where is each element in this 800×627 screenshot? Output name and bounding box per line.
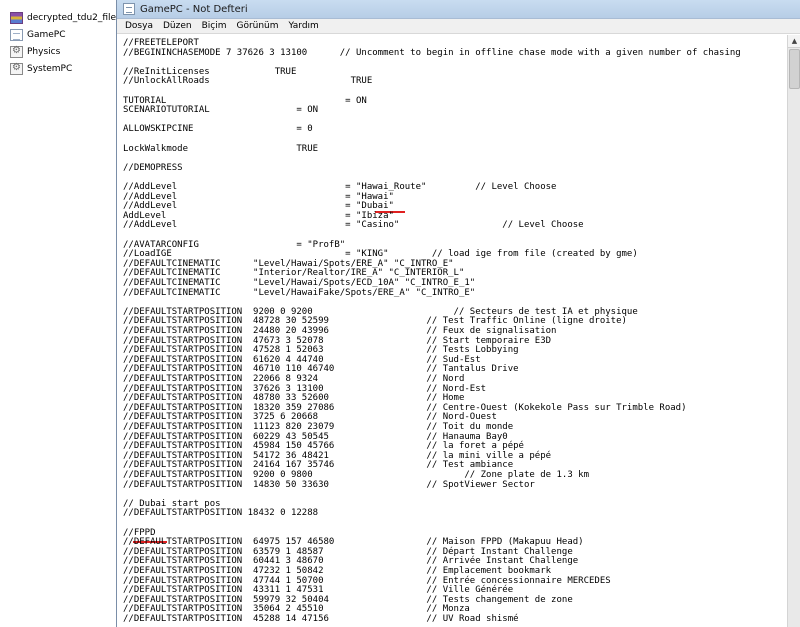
- text-line: //DEFAULTSTARTPOSITION 3725 6 20668 // N…: [123, 412, 497, 423]
- text-line: //DEFAULTSTARTPOSITION 61620 4 44740 // …: [123, 354, 481, 365]
- text-line: //DEFAULTSTARTPOSITION 47528 1 52063 // …: [123, 345, 519, 356]
- scroll-up-arrow-icon[interactable]: ▲: [788, 35, 800, 48]
- text-line: //AddLevel = "Hawai": [123, 191, 394, 202]
- text-line: SCENARIOTUTORIAL = ON: [123, 105, 319, 116]
- text-line: //DEFAULTSTARTPOSITION 60441 3 48670 // …: [123, 556, 579, 567]
- menu-edit[interactable]: Düzen: [158, 21, 197, 31]
- text-line: //DEFAULTSTARTPOSITION 48780 33 52600 //…: [123, 393, 465, 404]
- text-editor-area[interactable]: //FREETELEPORT//BEGININCHASEMODE 7 37626…: [117, 35, 787, 627]
- menu-bar: Dosya Düzen Biçim Görünüm Yardım: [117, 19, 800, 34]
- file-item-label: SystemPC: [27, 64, 73, 74]
- file-item-systempc[interactable]: SystemPC: [0, 61, 116, 77]
- text-line: //FREETELEPORT: [123, 38, 199, 48]
- text-line: //DEFAULTSTARTPOSITION 47673 3 52078 // …: [123, 335, 552, 346]
- text-line: //DEFAULTSTARTPOSITION 64975 157 46580 /…: [123, 537, 584, 548]
- menu-help[interactable]: Yardım: [284, 21, 324, 31]
- file-item-physics[interactable]: Physics: [0, 44, 116, 60]
- text-line: LockWalkmode TRUE: [123, 143, 319, 154]
- text-line: //AddLevel = "Casino" // Level Choose: [123, 220, 584, 231]
- text-line: ALLOWSKIPCINE = 0: [123, 124, 313, 135]
- text-line: //DEFAULTSTARTPOSITION 18320 359 27086 /…: [123, 402, 687, 413]
- text-line: //BEGININCHASEMODE 7 37626 3 13100 // Un…: [123, 47, 741, 58]
- text-line: //DEFAULTSTARTPOSITION 46710 110 46740 /…: [123, 364, 519, 375]
- text-line: //DEFAULTSTARTPOSITION 45984 150 45766 /…: [123, 441, 524, 452]
- text-line: //UnlockAllRoads TRUE: [123, 76, 373, 87]
- text-line: //DEFAULTSTARTPOSITION 22066 8 9324 // N…: [123, 374, 465, 384]
- file-item-label: GamePC: [27, 30, 66, 40]
- text-line: //DEFAULTSTARTPOSITION 9200 0 9800 // Zo…: [123, 470, 589, 480]
- text-line: // Dubai start pos: [123, 498, 221, 509]
- text-line: //DEFAULTCINEMATIC "Level/Hawai/Spots/EC…: [123, 278, 476, 288]
- scrollbar-thumb[interactable]: [789, 49, 800, 89]
- text-line: //DEFAULTSTARTPOSITION 24480 20 43996 //…: [123, 326, 557, 336]
- text-line: //DEFAULTSTARTPOSITION 48728 30 52599 //…: [123, 316, 627, 327]
- settings-file-icon: [10, 45, 23, 58]
- text-line: //DEFAULTCINEMATIC "Level/HawaiFake/Spot…: [123, 287, 476, 298]
- text-line: //DEFAULTSTARTPOSITION 24164 167 35746 /…: [123, 460, 514, 471]
- text-file-icon: [10, 29, 23, 41]
- notepad-icon: [123, 3, 135, 15]
- file-explorer-panel: decrypted_tdu2_files GamePC Physics Syst…: [0, 0, 116, 627]
- text-line: //DEFAULTSTARTPOSITION 9200 0 9200 // Se…: [123, 306, 638, 317]
- window-title: GamePC - Not Defteri: [140, 3, 248, 15]
- text-line: //DEFAULTSTARTPOSITION 11123 820 23079 /…: [123, 422, 514, 432]
- notepad-window: GamePC - Not Defteri Dosya Düzen Biçim G…: [116, 0, 800, 627]
- text-line: //DEFAULTSTARTPOSITION 59979 32 50404 //…: [123, 594, 573, 605]
- text-line: //AddLevel = "Hawai_Route" // Level Choo…: [123, 182, 557, 192]
- window-titlebar[interactable]: GamePC - Not Defteri: [117, 0, 800, 19]
- text-line: //DEFAULTSTARTPOSITION 18432 0 12288: [123, 508, 319, 519]
- text-line: //AddLevel = "Dubai": [123, 201, 394, 212]
- file-item-label: decrypted_tdu2_files: [27, 13, 116, 23]
- text-line: //ReInitLicenses TRUE: [123, 66, 297, 77]
- archive-icon: [10, 12, 23, 24]
- text-line: //DEFAULTSTARTPOSITION 43311 1 47531 // …: [123, 585, 514, 596]
- menu-file[interactable]: Dosya: [120, 21, 158, 31]
- text-line: //DEFAULTCINEMATIC "Level/Hawai/Spots/ER…: [123, 258, 454, 269]
- text-line: //AVATARCONFIG = "ProfB": [123, 239, 346, 250]
- text-line: //DEFAULTCINEMATIC "Interior/Realtor/IRE…: [123, 268, 465, 279]
- vertical-scrollbar[interactable]: ▲: [787, 35, 800, 627]
- text-line: //DEFAULTSTARTPOSITION 35064 2 45510 // …: [123, 604, 470, 615]
- text-line: //FPPD: [123, 527, 156, 538]
- menu-format[interactable]: Biçim: [197, 21, 232, 31]
- text-line: //DEFAULTSTARTPOSITION 45288 14 47156 //…: [123, 614, 519, 624]
- settings-file-icon: [10, 62, 23, 75]
- text-line: TUTORIAL = ON: [123, 95, 367, 106]
- menu-view[interactable]: Görünüm: [231, 21, 283, 31]
- text-line: //DEFAULTSTARTPOSITION 14830 50 33630 //…: [123, 479, 535, 490]
- text-line: //LoadIGE = "KING" // load ige from file…: [123, 249, 638, 260]
- text-line: //DEFAULTSTARTPOSITION 54172 36 48421 //…: [123, 450, 552, 461]
- file-item-label: Physics: [27, 47, 61, 57]
- text-line: //DEFAULTSTARTPOSITION 37626 3 13100 // …: [123, 383, 487, 394]
- desktop-screenshot: decrypted_tdu2_files GamePC Physics Syst…: [0, 0, 800, 627]
- text-line: //DEMOPRESS: [123, 162, 183, 173]
- file-item-decrypted-tdu2-files[interactable]: decrypted_tdu2_files: [0, 10, 116, 26]
- text-line: AddLevel = "Ibiza": [123, 210, 394, 221]
- file-item-gamepc[interactable]: GamePC: [0, 27, 116, 43]
- text-line: //DEFAULTSTARTPOSITION 47232 1 50842 // …: [123, 566, 552, 576]
